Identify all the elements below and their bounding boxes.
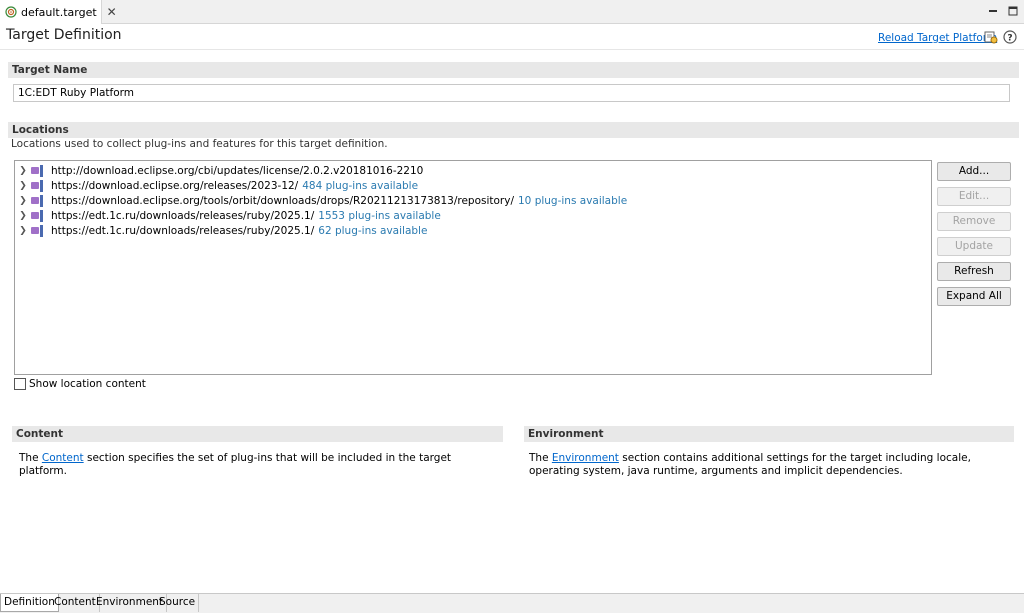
target-name-section-header: Target Name	[8, 62, 1019, 78]
location-count: 62 plug-ins available	[318, 224, 428, 237]
editor-page-tabs: Definition Content Environment Source	[0, 593, 1024, 613]
location-item[interactable]: ❯ https://download.eclipse.org/tools/orb…	[15, 193, 627, 208]
location-url: https://download.eclipse.org/tools/orbit…	[51, 194, 514, 207]
location-item[interactable]: ❯ https://edt.1c.ru/downloads/releases/r…	[15, 208, 441, 223]
refresh-button[interactable]: Refresh	[937, 262, 1011, 281]
svg-text:?: ?	[1007, 34, 1012, 44]
content-text-before: The	[19, 452, 42, 464]
repository-icon	[31, 224, 45, 237]
location-url: https://edt.1c.ru/downloads/releases/rub…	[51, 209, 315, 222]
expand-all-button[interactable]: Expand All	[937, 287, 1011, 306]
repository-icon	[31, 179, 45, 192]
tab-source[interactable]: Source	[156, 594, 200, 612]
location-count: 484 plug-ins available	[302, 179, 419, 192]
location-count: 1553 plug-ins available	[318, 209, 441, 222]
update-location-button[interactable]: Update	[937, 237, 1011, 256]
location-url: https://download.eclipse.org/releases/20…	[51, 179, 299, 192]
editor-tab-bar: default.target ✕	[0, 0, 1024, 24]
show-location-content-checkbox[interactable]	[14, 378, 26, 390]
add-location-button[interactable]: Add...	[937, 162, 1011, 181]
close-icon[interactable]: ✕	[107, 5, 117, 19]
locations-section-header: Locations	[8, 122, 1019, 138]
content-link[interactable]: Content	[42, 452, 84, 464]
repository-icon	[31, 194, 45, 207]
chevron-right-icon[interactable]: ❯	[15, 226, 31, 236]
repository-icon	[31, 209, 45, 222]
maximize-icon[interactable]	[1006, 4, 1020, 18]
form-header: Target Definition Reload Target Platform…	[0, 24, 1024, 50]
environment-text-before: The	[529, 452, 552, 464]
chevron-right-icon[interactable]: ❯	[15, 181, 31, 191]
location-url: http://download.eclipse.org/cbi/updates/…	[51, 164, 424, 177]
help-icon[interactable]: ?	[1003, 30, 1017, 44]
show-location-content-label: Show location content	[29, 378, 146, 390]
edit-location-button[interactable]: Edit...	[937, 187, 1011, 206]
reload-target-platform-link[interactable]: Reload Target Platform	[878, 32, 997, 44]
content-text-after: section specifies the set of plug-ins th…	[19, 452, 452, 477]
show-location-content-option[interactable]: Show location content	[14, 378, 146, 390]
environment-section-header: Environment	[524, 426, 1014, 442]
repository-icon	[31, 164, 45, 177]
content-section-header: Content	[12, 426, 503, 442]
environment-link[interactable]: Environment	[552, 452, 619, 464]
minimize-icon[interactable]	[986, 4, 1000, 18]
target-file-icon	[5, 6, 17, 18]
remove-location-button[interactable]: Remove	[937, 212, 1011, 231]
chevron-right-icon[interactable]: ❯	[15, 166, 31, 176]
target-name-input[interactable]	[13, 84, 1010, 102]
location-item[interactable]: ❯ https://edt.1c.ru/downloads/releases/r…	[15, 223, 427, 238]
editor-tab-default-target[interactable]: default.target ✕	[0, 0, 117, 24]
content-description: The Content section specifies the set of…	[19, 452, 499, 478]
location-item[interactable]: ❯ http://download.eclipse.org/cbi/update…	[15, 163, 427, 178]
location-count: 10 plug-ins available	[518, 194, 628, 207]
location-url: https://edt.1c.ru/downloads/releases/rub…	[51, 224, 315, 237]
chevron-right-icon[interactable]: ❯	[15, 211, 31, 221]
environment-description: The Environment section contains additio…	[529, 452, 1014, 478]
target-icon[interactable]	[984, 30, 998, 44]
locations-tree[interactable]: ❯ http://download.eclipse.org/cbi/update…	[14, 160, 932, 375]
locations-description: Locations used to collect plug-ins and f…	[11, 138, 388, 150]
location-item[interactable]: ❯ https://download.eclipse.org/releases/…	[15, 178, 418, 193]
chevron-right-icon[interactable]: ❯	[15, 196, 31, 206]
page-title: Target Definition	[6, 27, 122, 43]
editor-tab-label: default.target	[21, 5, 97, 19]
